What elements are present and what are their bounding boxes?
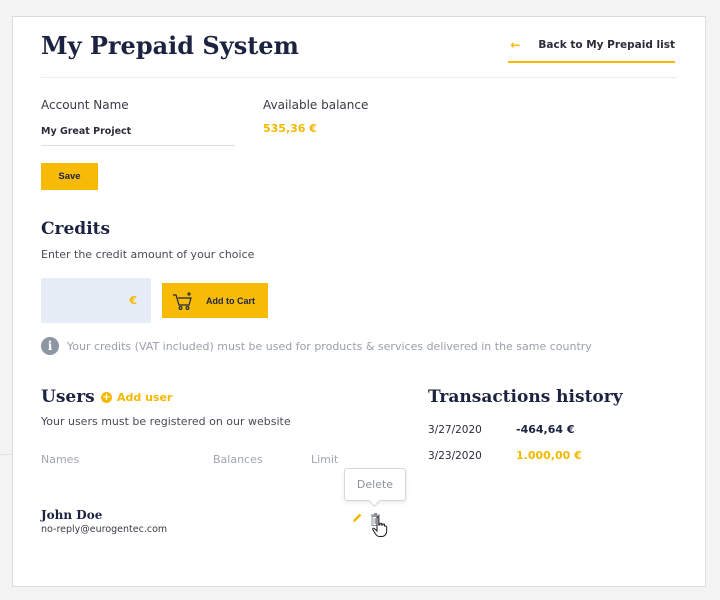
- hand-pointer-icon: [372, 516, 388, 537]
- left-edge-divider: [0, 454, 12, 455]
- available-balance-value: 535,36 €: [263, 122, 317, 135]
- add-user-label: Add user: [117, 391, 173, 404]
- transactions-history-heading: Transactions history: [428, 387, 623, 407]
- available-balance-label: Available balance: [263, 98, 369, 112]
- add-user-button[interactable]: + Add user: [101, 391, 172, 404]
- save-button[interactable]: Save: [41, 163, 98, 190]
- account-name-label: Account Name: [41, 98, 129, 112]
- user-email: no-reply@eurogentec.com: [41, 524, 168, 535]
- transaction-amount: 1.000,00 €: [516, 449, 582, 462]
- transaction-date: 3/27/2020: [428, 423, 482, 436]
- prepaid-card: My Prepaid System ← Back to My Prepaid l…: [12, 16, 706, 587]
- transaction-amount: -464,64 €: [516, 423, 575, 436]
- delete-tooltip: Delete: [344, 468, 406, 501]
- vat-info-text: Your credits (VAT included) must be used…: [67, 339, 592, 353]
- account-name-underline: [41, 145, 235, 146]
- credit-amount-input[interactable]: €: [41, 278, 151, 323]
- column-header-balances: Balances: [213, 453, 263, 466]
- pencil-icon[interactable]: [351, 512, 363, 524]
- column-header-names: Names: [41, 453, 80, 466]
- transaction-row: 3/27/2020 -464,64 €: [428, 423, 575, 436]
- users-heading: Users: [41, 387, 95, 407]
- column-header-limit: Limit: [311, 453, 339, 466]
- header-divider: [41, 77, 677, 78]
- add-to-cart-button[interactable]: Add to Cart: [162, 283, 268, 318]
- plus-circle-icon: +: [101, 392, 112, 403]
- credits-heading: Credits: [41, 219, 111, 239]
- cart-plus-icon: [173, 291, 192, 310]
- add-to-cart-label: Add to Cart: [206, 295, 255, 306]
- back-link-label: Back to My Prepaid list: [538, 39, 675, 51]
- users-description: Your users must be registered on our web…: [41, 415, 291, 428]
- vat-info-row: i Your credits (VAT included) must be us…: [41, 337, 592, 355]
- credits-description: Enter the credit amount of your choice: [41, 248, 255, 261]
- page-title: My Prepaid System: [41, 31, 299, 60]
- back-to-prepaid-list-link[interactable]: ← Back to My Prepaid list: [508, 38, 675, 63]
- user-name: John Doe: [41, 508, 103, 522]
- transaction-date: 3/23/2020: [428, 449, 482, 462]
- back-arrow-icon: ←: [510, 38, 521, 52]
- transaction-row: 3/23/2020 1.000,00 €: [428, 449, 582, 462]
- euro-symbol: €: [129, 294, 137, 307]
- info-icon: i: [41, 337, 59, 355]
- account-name-field[interactable]: My Great Project: [41, 126, 131, 137]
